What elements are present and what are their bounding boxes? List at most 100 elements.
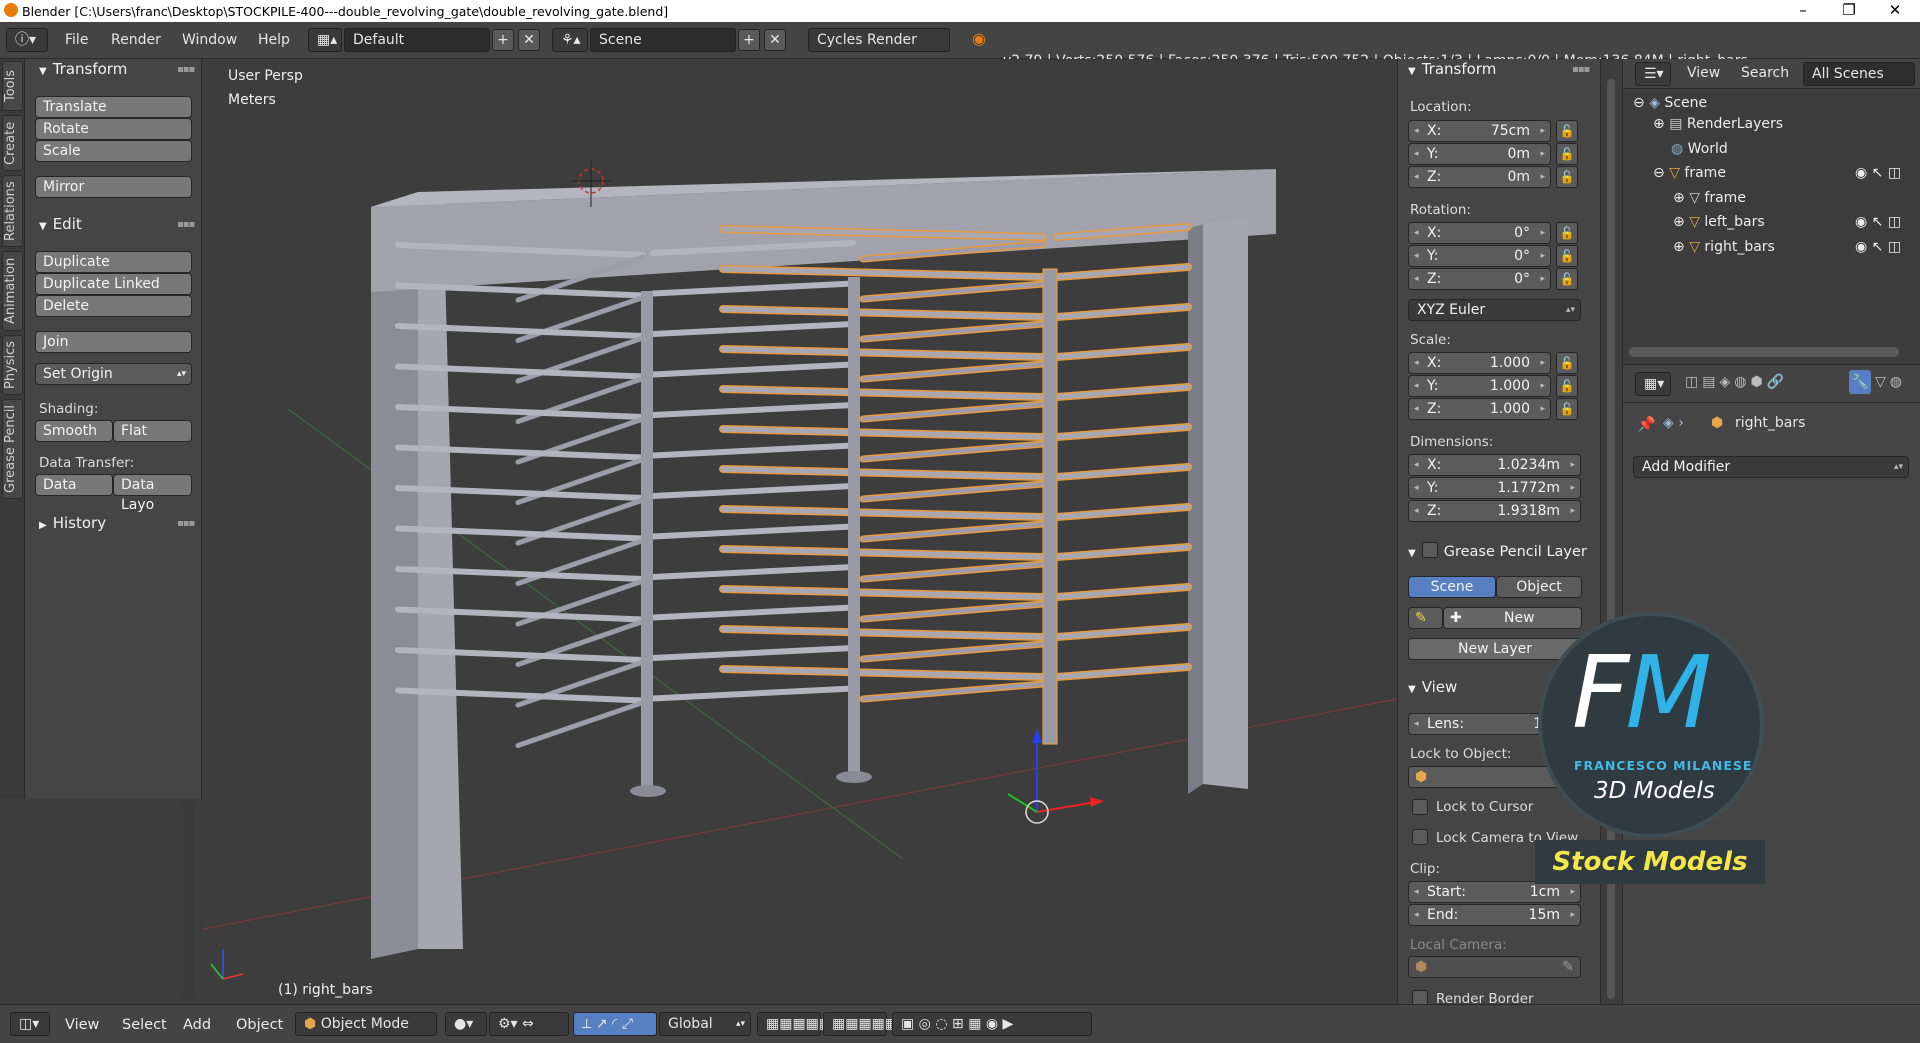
duplicate-linked-button[interactable]: Duplicate Linked <box>35 273 192 295</box>
shading-mode-icon[interactable]: ●▾ <box>445 1012 487 1036</box>
scale-z-field[interactable]: ◂ Z: 1.000 ▸ <box>1408 398 1551 420</box>
lock-icon[interactable]: 🔓 <box>1556 398 1578 420</box>
tab-tools[interactable]: Tools <box>2 61 23 111</box>
properties-editor-icon[interactable]: ▦▾ <box>1635 372 1671 396</box>
panel-grip-icon[interactable]: ▪▪▪ <box>177 64 195 75</box>
menu-view[interactable]: View <box>65 1017 99 1033</box>
visibility-eye-icon[interactable]: ◉ ↖ ◫ <box>1855 239 1901 255</box>
scale-x-field[interactable]: ◂ X: 1.000 ▸ <box>1408 352 1551 374</box>
transform-panel-header[interactable]: ▼ Transform <box>1408 60 1496 78</box>
location-y-field[interactable]: ◂ Y: 0m ▸ <box>1408 143 1551 165</box>
new-layer-button[interactable]: New Layer <box>1408 638 1582 660</box>
dimension-z-field[interactable]: ◂ Z: 1.9318m ▸ <box>1408 500 1581 522</box>
add-modifier-dropdown[interactable]: Add Modifier ▴▾ <box>1633 456 1909 478</box>
orientation-selector[interactable]: Global ▴▾ <box>659 1012 751 1036</box>
grease-new-button[interactable]: ✚ New <box>1443 607 1582 629</box>
gizmo-x-axis[interactable] <box>1036 801 1097 813</box>
rotation-z-field[interactable]: ◂ Z: 0° ▸ <box>1408 268 1551 290</box>
tab-grease-pencil[interactable]: Grease Pencil <box>2 399 23 499</box>
add-scene-icon[interactable]: + <box>738 29 760 51</box>
tab-create[interactable]: Create <box>2 115 23 171</box>
edit-panel-header[interactable]: ▼ Edit <box>39 215 82 233</box>
outliner-view-menu[interactable]: View <box>1687 65 1720 81</box>
set-origin-dropdown[interactable]: Set Origin ▴▾ <box>35 363 192 385</box>
menu-window[interactable]: Window <box>182 32 237 48</box>
grease-pencil-panel-header[interactable]: ▼ Grease Pencil Layer <box>1408 542 1594 560</box>
scale-y-field[interactable]: ◂ Y: 1.000 ▸ <box>1408 375 1551 397</box>
outliner-display-mode[interactable]: All Scenes <box>1803 62 1915 86</box>
add-layout-icon[interactable]: + <box>492 29 514 51</box>
scene-selector[interactable]: Scene <box>590 28 736 52</box>
property-context-icons[interactable]: ◫▤◈◍⬢🔗 <box>1685 374 1788 390</box>
data-transfer-button[interactable]: Data <box>35 474 113 496</box>
lock-icon[interactable]: 🔓 <box>1556 143 1578 165</box>
grease-pencil-checkbox[interactable] <box>1421 542 1438 558</box>
tree-frame-mesh[interactable]: ⊕ ▽ frame <box>1673 190 1746 206</box>
location-z-field[interactable]: ◂ Z: 0m ▸ <box>1408 166 1551 188</box>
tree-right-bars[interactable]: ⊕ ▽ right_bars <box>1673 239 1775 255</box>
gizmo-x-arrow-icon[interactable] <box>1090 797 1104 807</box>
duplicate-button[interactable]: Duplicate <box>35 251 192 273</box>
minimize-button[interactable]: – <box>1780 0 1826 22</box>
outliner-scrollbar[interactable] <box>1629 347 1899 357</box>
history-panel-header[interactable]: ▶ History <box>39 514 106 532</box>
tab-animation[interactable]: Animation <box>2 251 23 331</box>
flat-button[interactable]: Flat <box>113 420 192 442</box>
clip-end-field[interactable]: ◂ End: 15m ▸ <box>1408 904 1581 926</box>
mirror-button[interactable]: Mirror <box>35 176 192 198</box>
panel-grip-icon[interactable]: ▪▪▪ <box>177 219 195 230</box>
menu-add[interactable]: Add <box>183 1017 211 1033</box>
gizmo-y-axis[interactable] <box>1007 793 1038 813</box>
layer-buttons-1[interactable]: ▦▦▦▦▦ <box>757 1012 832 1036</box>
tree-scene[interactable]: ⊖ ◈ Scene <box>1633 95 1707 111</box>
panel-grip-icon[interactable]: ▪▪▪ <box>177 518 195 529</box>
menu-object[interactable]: Object <box>236 1017 283 1033</box>
tree-world[interactable]: ◍ World <box>1671 141 1728 157</box>
local-camera-field[interactable]: ⬢ ✎ <box>1408 956 1581 978</box>
tree-left-bars[interactable]: ⊕ ▽ left_bars <box>1673 214 1765 230</box>
remove-scene-icon[interactable]: ✕ <box>764 29 786 51</box>
tab-physics[interactable]: Physics <box>2 335 23 395</box>
lock-icon[interactable]: 🔓 <box>1556 268 1578 290</box>
layer-buttons-2[interactable]: ▦▦▦▦▦ <box>823 1012 898 1036</box>
scale-button[interactable]: Scale <box>35 140 192 162</box>
rotation-mode-dropdown[interactable]: XYZ Euler ▴▾ <box>1408 299 1581 321</box>
join-button[interactable]: Join <box>35 331 192 353</box>
menu-select[interactable]: Select <box>122 1017 167 1033</box>
lock-icon[interactable]: 🔓 <box>1556 222 1578 244</box>
rotation-y-field[interactable]: ◂ Y: 0° ▸ <box>1408 245 1551 267</box>
lock-camera-checkbox[interactable] <box>1412 829 1428 845</box>
manipulator-icons[interactable]: ⟂ ↗ ◜ ⤢ <box>573 1012 657 1036</box>
layout-selector[interactable]: Default <box>344 28 490 52</box>
gizmo-z-arrow-icon[interactable] <box>1032 729 1042 743</box>
data-layout-button[interactable]: Data Layo <box>113 474 192 513</box>
lock-icon[interactable]: 🔓 <box>1556 245 1578 267</box>
dimension-x-field[interactable]: ◂ X: 1.0234m ▸ <box>1408 454 1581 476</box>
tool-shelf-scrollbar[interactable] <box>183 800 195 1000</box>
menu-render[interactable]: Render <box>111 32 161 48</box>
property-context-icons[interactable]: ▽◍ <box>1875 374 1906 390</box>
location-x-field[interactable]: ◂ X: 75cm ▸ <box>1408 120 1551 142</box>
tab-relations[interactable]: Relations <box>2 175 23 247</box>
3d-viewport[interactable]: User Persp Meters (1) right_bars <box>203 59 1397 1004</box>
menu-file[interactable]: File <box>65 32 88 48</box>
clip-start-field[interactable]: ◂ Start: 1cm ▸ <box>1408 881 1581 903</box>
viewport-editor-icon[interactable]: ◫▾ <box>10 1012 50 1036</box>
pivot-snap-icons[interactable]: ⚙▾ ⇔ <box>489 1012 569 1036</box>
close-button[interactable]: ✕ <box>1872 0 1918 22</box>
modifier-wrench-icon[interactable]: 🔧 <box>1849 370 1871 394</box>
grease-object-tab[interactable]: Object <box>1496 576 1582 598</box>
outliner-editor-icon[interactable]: ☰▾ <box>1635 62 1671 86</box>
lock-icon[interactable]: 🔓 <box>1556 352 1578 374</box>
render-engine-selector[interactable]: Cycles Render <box>808 28 950 52</box>
translate-button[interactable]: Translate <box>35 96 192 118</box>
outliner-search-menu[interactable]: Search <box>1741 65 1789 81</box>
rotation-x-field[interactable]: ◂ X: 0° ▸ <box>1408 222 1551 244</box>
pin-icon[interactable]: 📌 <box>1637 415 1656 433</box>
mode-selector[interactable]: ⬢ Object Mode <box>295 1012 437 1036</box>
view-panel-header[interactable]: ▼ View <box>1408 678 1457 696</box>
menu-help[interactable]: Help <box>258 32 290 48</box>
editor-type-selector[interactable]: ⓘ▾ <box>6 28 48 52</box>
delete-button[interactable]: Delete <box>35 295 192 317</box>
restore-button[interactable]: ❐ <box>1826 0 1872 22</box>
